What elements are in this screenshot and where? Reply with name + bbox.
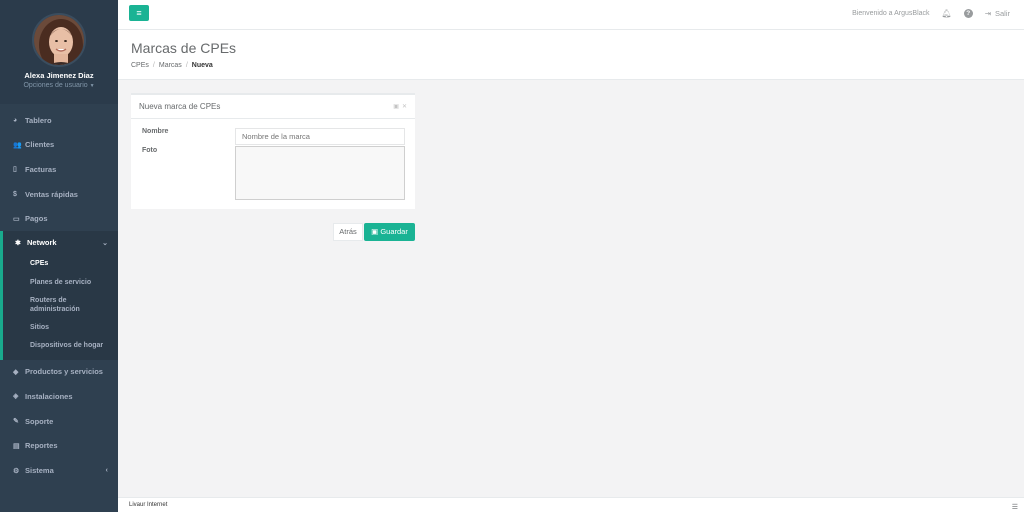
hamburger-icon: ≡ [136, 8, 142, 18]
sidebar-item-productos[interactable]: ◆ Productos y servicios [0, 360, 118, 385]
sidebar-item-label: Facturas [25, 164, 57, 174]
chevron-down-icon: ⌄ [102, 239, 108, 247]
card-header: Nueva marca de CPEs ▣ ✕ [131, 95, 415, 119]
user-name: Alexa Jimenez Diaz [24, 71, 94, 80]
submenu-item-planes-de-servicio[interactable]: Planes de servicio [3, 273, 118, 291]
sidebar-item-network[interactable]: ✱ Network ⌄ [3, 231, 118, 255]
breadcrumb: CPEs / Marcas / Nueva [131, 62, 1024, 69]
back-button[interactable]: Atrás [333, 223, 363, 241]
sidebar-item-label: Network [27, 238, 57, 248]
chevron-left-icon: ‹ [105, 466, 108, 474]
network-submenu: CPEs Planes de servicio Routers de admin… [3, 255, 118, 360]
photo-label: Foto [142, 147, 158, 154]
sidebar-item-tablero[interactable]: ◕ Tablero [0, 108, 118, 133]
menu-toggle-button[interactable]: ≡ [129, 5, 149, 21]
sign-out-icon: ⇥ [984, 9, 991, 18]
welcome-message: Bienvenido a ArgusBlack [852, 10, 930, 17]
breadcrumb-item-cpes[interactable]: CPEs [131, 62, 149, 69]
tag-icon: ◆ [13, 368, 19, 376]
sidebar-item-pagos[interactable]: ▭ Pagos [0, 206, 118, 231]
card-tools: ▣ ✕ [393, 103, 407, 110]
top-right-area: Bienvenido a ArgusBlack 🔔︎ ? ⇥ Salir [852, 9, 1010, 18]
save-button[interactable]: ▣ Guardar [364, 223, 415, 241]
sidebar-item-sistema[interactable]: ⚙ Sistema ‹ [0, 458, 118, 483]
close-icon[interactable]: ✕ [402, 103, 407, 110]
users-icon: 👥 [13, 141, 22, 149]
page-title: Marcas de CPEs [131, 40, 237, 56]
file-icon: ▯ [13, 166, 17, 174]
footer-text: Livaur Internet [129, 502, 168, 508]
avatar[interactable] [32, 13, 86, 67]
book-icon: ▤ [13, 442, 20, 450]
sidebar-item-label: Reportes [25, 441, 58, 451]
profile-panel: Alexa Jimenez Diaz Opciones de usuario ▼ [0, 0, 118, 104]
card-title: Nueva marca de CPEs [139, 102, 221, 111]
submenu-item-cpes[interactable]: CPEs [3, 255, 118, 273]
sidebar-item-facturas[interactable]: ▯ Facturas [0, 157, 118, 182]
brand-name-input[interactable] [235, 128, 405, 145]
breadcrumb-item-nueva: Nueva [191, 62, 213, 69]
save-icon[interactable]: ▣ [393, 103, 399, 110]
sidebar-item-label: Pagos [25, 214, 48, 224]
sidebar: Alexa Jimenez Diaz Opciones de usuario ▼… [0, 0, 118, 512]
name-label: Nombre [142, 128, 169, 135]
wrench-icon: ✎ [13, 418, 19, 426]
page-heading: Marcas de CPEs CPEs / Marcas / Nueva [118, 30, 1024, 80]
logout-button[interactable]: ⇥ Salir [985, 9, 1010, 18]
save-button-label: Guardar [380, 227, 408, 236]
sitemap-icon: ✱ [15, 240, 21, 248]
breadcrumb-separator: / [152, 62, 155, 69]
caret-down-icon: ▼ [89, 83, 95, 89]
photo-upload-area[interactable] [235, 146, 405, 200]
sidebar-item-ventas-rapidas[interactable]: $ Ventas rápidas [0, 182, 118, 207]
breadcrumb-separator: / [185, 62, 188, 69]
help-icon[interactable]: ? [963, 9, 973, 18]
sidebar-item-reportes[interactable]: ▤ Reportes [0, 433, 118, 458]
sidebar-nav: ◕ Tablero 👥 Clientes ▯ Facturas $ Ventas ráp… [0, 108, 118, 483]
sidebar-item-soporte[interactable]: ✎ Soporte [0, 409, 118, 434]
submenu-item-routers[interactable]: Routers de administración [3, 291, 91, 318]
sidebar-item-label: Tablero [25, 115, 52, 125]
user-options-dropdown[interactable]: Opciones de usuario ▼ [0, 82, 118, 89]
bell-icon[interactable]: 🔔︎ [942, 9, 952, 18]
footer: Livaur Internet ☰ [118, 497, 1024, 512]
new-brand-card: Nueva marca de CPEs ▣ ✕ Nombre Foto [131, 93, 415, 209]
top-navbar: ≡ Bienvenido a ArgusBlack 🔔︎ ? ⇥ Salir [118, 0, 1024, 30]
tools-icon: ◈ [13, 393, 19, 401]
sidebar-item-label: Productos y servicios [25, 367, 103, 377]
user-options-label: Opciones de usuario [23, 82, 88, 89]
sidebar-item-clientes[interactable]: 👥 Clientes [0, 133, 118, 158]
dashboard-icon: ◕ [13, 116, 18, 124]
sidebar-item-label: Sistema [25, 465, 54, 475]
dollar-icon: $ [13, 190, 17, 198]
sidebar-item-label: Instalaciones [25, 391, 73, 401]
sidebar-item-instalaciones[interactable]: ◈ Instalaciones [0, 384, 118, 409]
submenu-item-dispositivos-de-hogar[interactable]: Dispositivos de hogar [3, 336, 118, 354]
floppy-disk-icon: ▣ [371, 227, 379, 236]
cogs-icon: ⚙ [13, 467, 20, 475]
submenu-item-sitios[interactable]: Sitios [3, 318, 118, 336]
logout-label: Salir [994, 9, 1010, 18]
sidebar-item-label: Ventas rápidas [25, 189, 78, 199]
sidebar-item-label: Soporte [25, 416, 54, 426]
breadcrumb-item-marcas[interactable]: Marcas [159, 62, 182, 69]
money-icon: ▭ [13, 215, 20, 223]
sidebar-group-network: ✱ Network ⌄ CPEs Planes de servicio Route… [0, 230, 118, 360]
server-icon: ☰ [1011, 504, 1018, 511]
sidebar-item-label: Clientes [25, 140, 55, 150]
